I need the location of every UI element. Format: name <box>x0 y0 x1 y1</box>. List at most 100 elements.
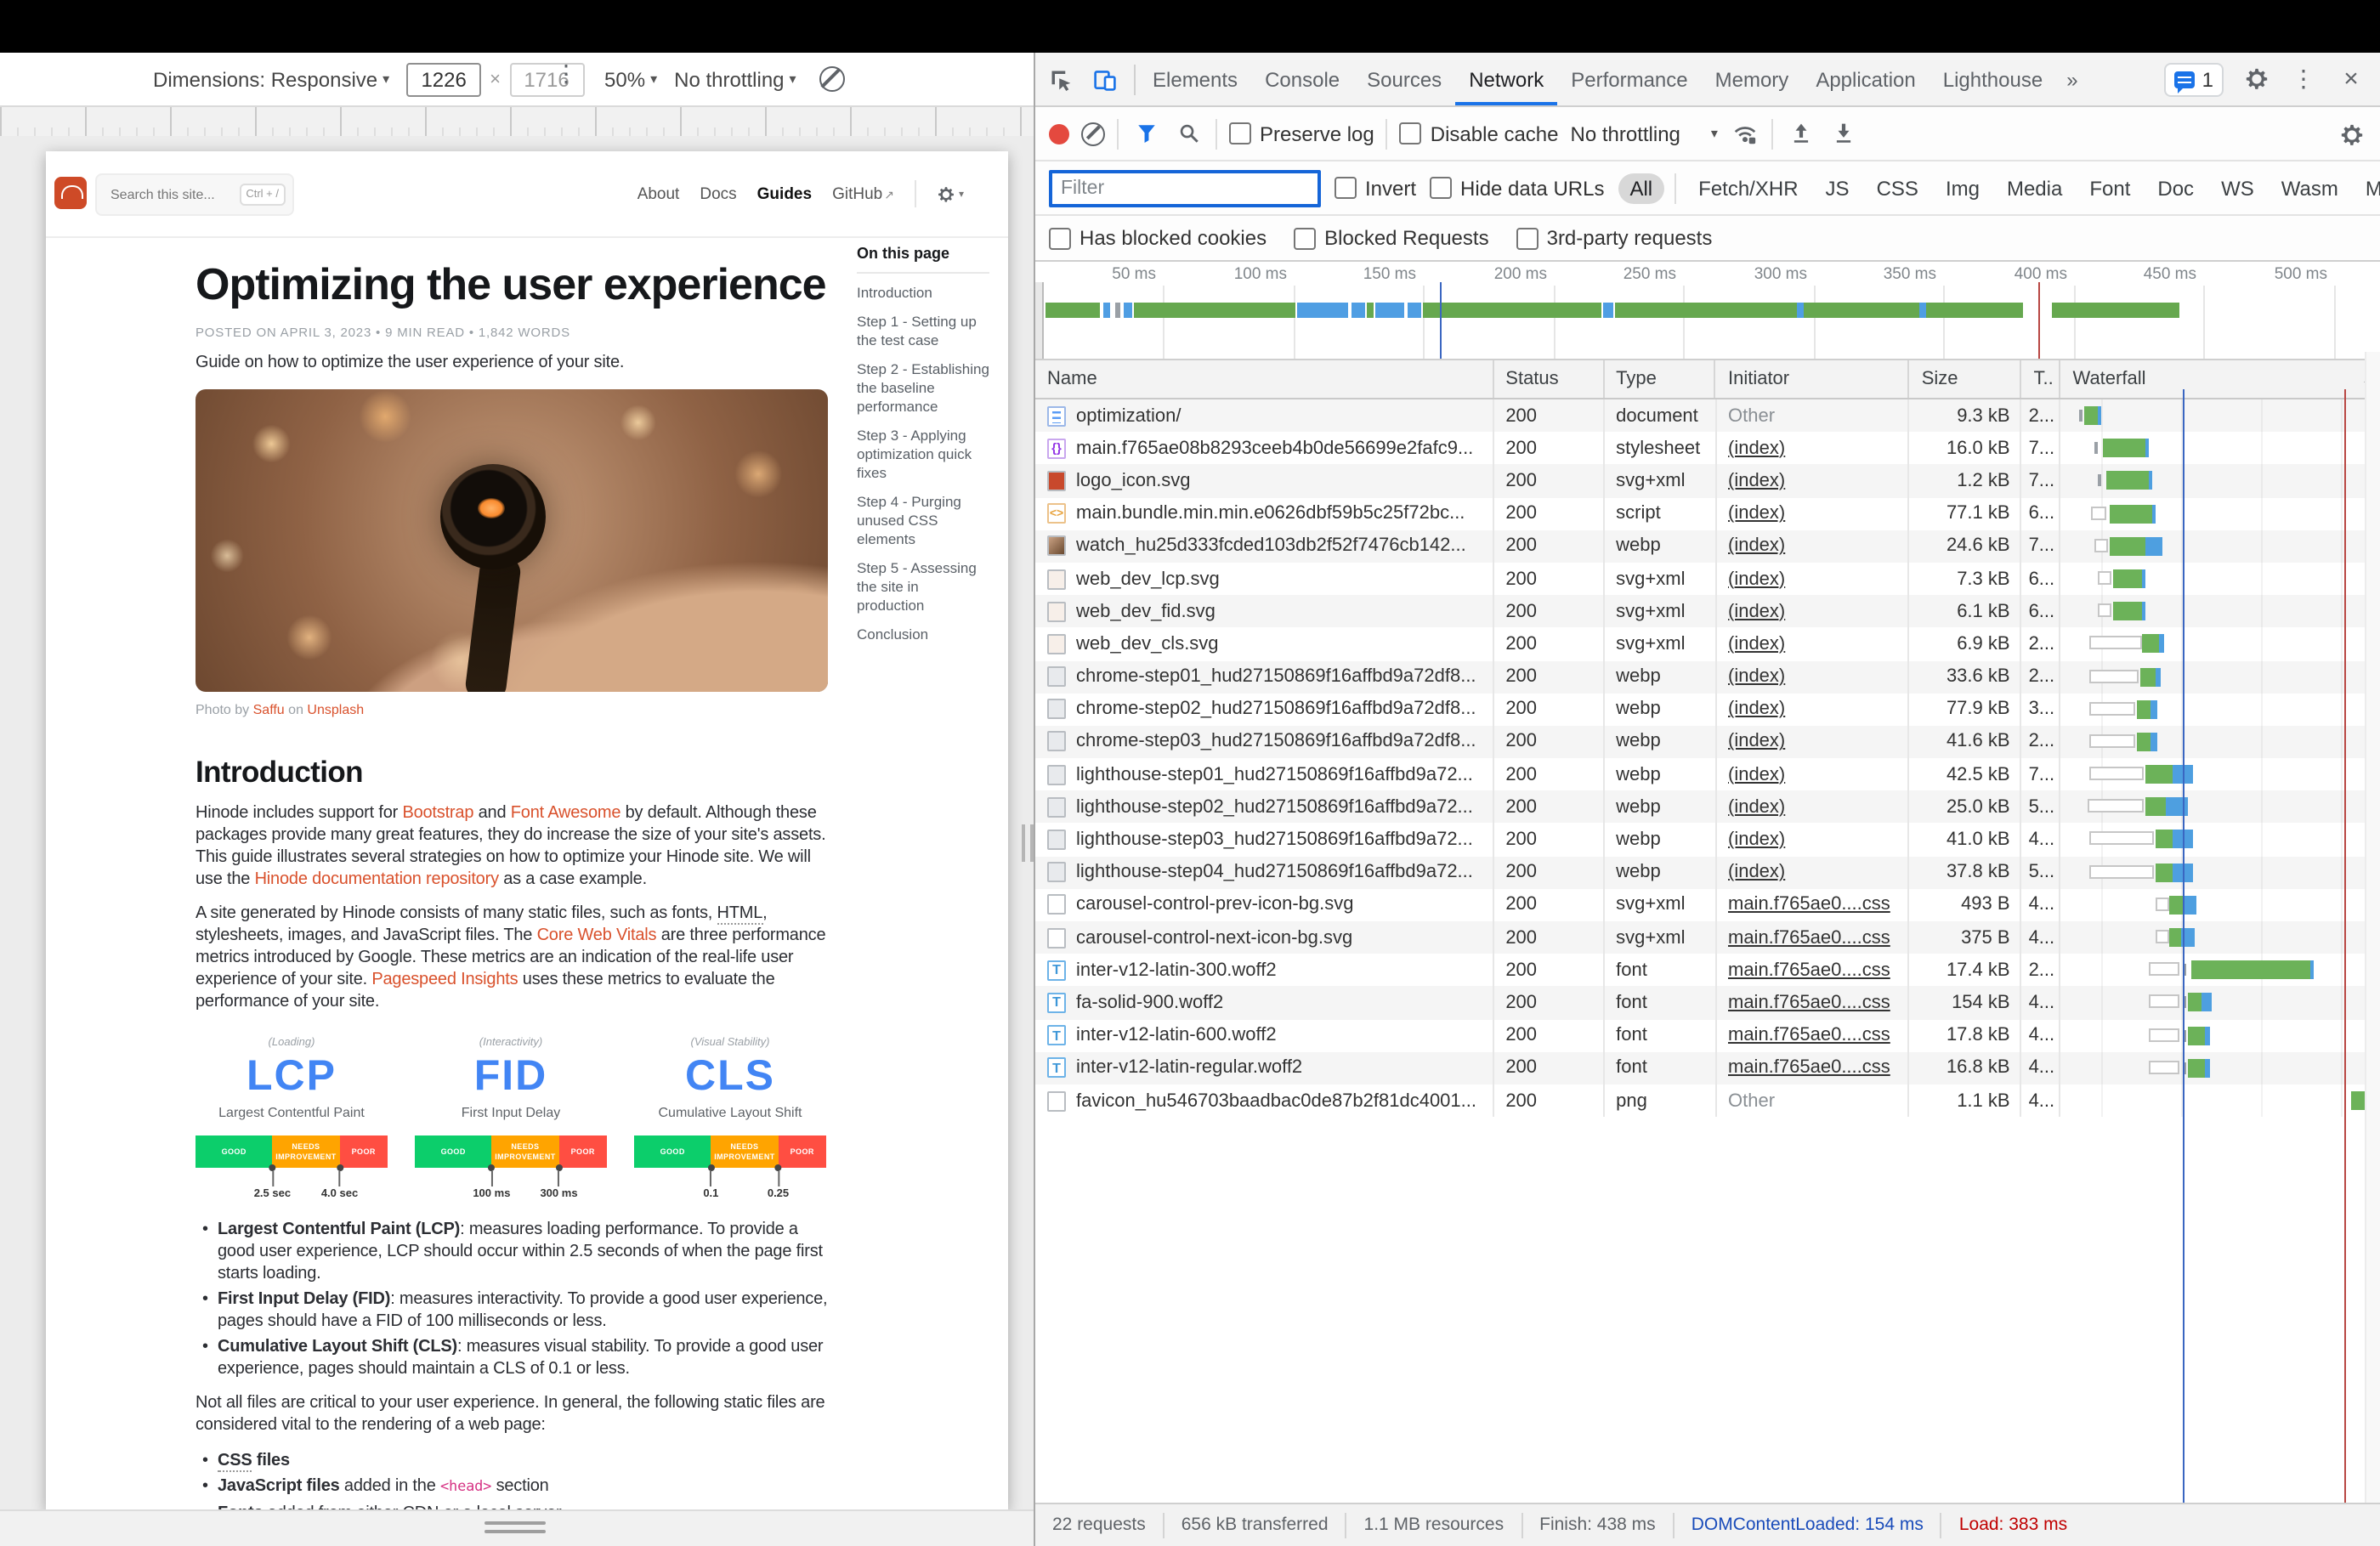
column-header-waterfall[interactable]: Waterfall <box>2061 360 2380 398</box>
nav-item-guides[interactable]: Guides <box>757 184 812 203</box>
record-icon[interactable] <box>1049 123 1069 144</box>
hide-data-urls-checkbox[interactable]: Hide data URLs <box>1430 176 1604 200</box>
toc-link[interactable]: Step 4 - Purging unused CSS elements <box>857 493 989 549</box>
network-conditions-icon[interactable] <box>1730 118 1760 149</box>
site-search[interactable]: Ctrl + / <box>95 173 294 216</box>
toc-link[interactable]: Step 3 - Applying optimization quick fix… <box>857 427 989 483</box>
request-name-cell[interactable]: chrome-step02_hud27150869f16affbd9a72df8… <box>1035 693 1494 726</box>
network-request-row[interactable]: favicon_hu546703baadbac0de87b2f81dc4001.… <box>1035 1084 2380 1118</box>
initiator-link[interactable]: (index) <box>1728 536 1785 557</box>
initiator-link[interactable]: (index) <box>1728 666 1785 687</box>
request-name-cell[interactable]: Tinter-v12-latin-300.woff2 <box>1035 954 1494 987</box>
settings-gear-icon[interactable] <box>2241 64 2271 94</box>
import-har-icon[interactable] <box>1786 118 1816 149</box>
filter-funnel-icon[interactable] <box>1130 118 1161 149</box>
column-header-type[interactable]: Type <box>1604 360 1716 398</box>
initiator-link[interactable]: (index) <box>1728 764 1785 784</box>
dimensions-select[interactable]: Dimensions: Responsive ▾ <box>153 67 389 91</box>
initiator-link[interactable]: main.f765ae0....css <box>1728 993 1890 1013</box>
request-name-cell[interactable]: lighthouse-step02_hud27150869f16affbd9a7… <box>1035 790 1494 824</box>
request-name-cell[interactable]: chrome-step01_hud27150869f16affbd9a72df8… <box>1035 660 1494 694</box>
filter-pill-css[interactable]: CSS <box>1865 173 1930 203</box>
network-request-row[interactable]: Tinter-v12-latin-300.woff2 200 font main.f7… <box>1035 954 2380 987</box>
theme-gear-icon[interactable]: ▾ <box>937 184 964 203</box>
filter-pill-ws[interactable]: WS <box>2209 173 2266 203</box>
devtools-kebab-icon[interactable]: ⋮ <box>2288 64 2319 94</box>
nav-item-github[interactable]: GitHub ↗ <box>832 184 894 203</box>
toc-link[interactable]: Step 2 - Establishing the baseline perfo… <box>857 360 989 416</box>
network-request-row[interactable]: chrome-step01_hud27150869f16affbd9a72df8… <box>1035 660 2380 694</box>
filter-pill-all[interactable]: All <box>1618 173 1665 203</box>
network-request-row[interactable]: carousel-control-next-icon-bg.svg 200 svg+… <box>1035 921 2380 954</box>
request-name-cell[interactable]: carousel-control-next-icon-bg.svg <box>1035 921 1494 954</box>
initiator-link[interactable]: main.f765ae0....css <box>1728 960 1890 981</box>
request-name-cell[interactable]: Tinter-v12-latin-600.woff2 <box>1035 1019 1494 1052</box>
tab-memory[interactable]: Memory <box>1702 53 1803 105</box>
initiator-link[interactable]: (index) <box>1728 862 1785 882</box>
inline-link[interactable]: Bootstrap <box>402 804 473 823</box>
site-logo-icon[interactable] <box>54 177 87 209</box>
initiator-link[interactable]: (index) <box>1728 699 1785 720</box>
inspect-element-icon[interactable] <box>1046 64 1076 94</box>
network-throttling-select[interactable]: No throttling ▾ <box>1571 122 1718 145</box>
filter-pill-img[interactable]: Img <box>1934 173 1992 203</box>
network-request-row[interactable]: chrome-step02_hud27150869f16affbd9a72df8… <box>1035 693 2380 726</box>
rotate-icon[interactable] <box>819 66 846 92</box>
initiator-link[interactable]: (index) <box>1728 569 1785 589</box>
tab-elements[interactable]: Elements <box>1139 53 1251 105</box>
network-request-row[interactable]: logo_icon.svg 200 svg+xml (index) 1.2 kB 7... <box>1035 464 2380 498</box>
column-header-initiator[interactable]: Initiator <box>1716 360 1910 398</box>
zoom-select[interactable]: 50% ▾ <box>604 67 657 91</box>
network-request-row[interactable]: lighthouse-step01_hud27150869f16affbd9a7… <box>1035 758 2380 791</box>
filter-pill-font[interactable]: Font <box>2077 173 2142 203</box>
initiator-link[interactable]: main.f765ae0....css <box>1728 895 1890 915</box>
request-name-cell[interactable]: lighthouse-step04_hud27150869f16affbd9a7… <box>1035 856 1494 889</box>
request-name-cell[interactable]: lighthouse-step01_hud27150869f16affbd9a7… <box>1035 758 1494 791</box>
toc-link[interactable]: Conclusion <box>857 626 989 644</box>
network-overview-timeline[interactable]: 50 ms 100 ms 150 ms 200 ms 250 ms 300 ms 350 m… <box>1035 262 2380 360</box>
inline-link[interactable]: Font Awesome <box>511 804 621 823</box>
network-settings-gear-icon[interactable] <box>2336 119 2366 150</box>
inline-link[interactable]: Hinode documentation repository <box>255 870 500 889</box>
tab-console[interactable]: Console <box>1251 53 1353 105</box>
toc-link[interactable]: Step 5 - Assessing the site in productio… <box>857 559 989 615</box>
inline-link[interactable]: Core Web Vitals <box>537 926 657 945</box>
initiator-link[interactable]: (index) <box>1728 471 1785 491</box>
clear-icon[interactable] <box>1081 122 1105 145</box>
network-request-row[interactable]: lighthouse-step02_hud27150869f16affbd9a7… <box>1035 790 2380 824</box>
initiator-link[interactable]: main.f765ae0....css <box>1728 1058 1890 1079</box>
filter-pill-js[interactable]: JS <box>1814 173 1862 203</box>
network-request-row[interactable]: Tinter-v12-latin-600.woff2 200 font main.f7… <box>1035 1019 2380 1052</box>
preserve-log-checkbox[interactable]: Preserve log <box>1229 122 1374 145</box>
filter-pill-manifest[interactable]: Manifest <box>2354 173 2380 203</box>
tab-lighthouse[interactable]: Lighthouse <box>1930 53 2056 105</box>
search-input[interactable] <box>107 185 233 204</box>
initiator-link[interactable]: (index) <box>1728 439 1785 459</box>
request-name-cell[interactable]: logo_icon.svg <box>1035 464 1494 498</box>
search-icon[interactable] <box>1173 118 1204 149</box>
network-request-row[interactable]: lighthouse-step04_hud27150869f16affbd9a7… <box>1035 856 2380 889</box>
tab-sources[interactable]: Sources <box>1353 53 1455 105</box>
device-more-options-icon[interactable]: ⋮ <box>554 59 578 88</box>
tab-network[interactable]: Network <box>1455 53 1557 105</box>
network-request-row[interactable]: {} main.f765ae08b8293ceeb4b0de56699e2fafc… <box>1035 432 2380 465</box>
inline-link[interactable]: Unsplash <box>307 702 364 717</box>
filter-pill-fetch-xhr[interactable]: Fetch/XHR <box>1686 173 1810 203</box>
network-request-row[interactable]: watch_hu25d333fcded103db2f52f7476cb142..… <box>1035 529 2380 563</box>
bottom-resize-bar[interactable] <box>0 1509 1034 1546</box>
blocked-requests-checkbox[interactable]: Blocked Requests <box>1294 226 1489 250</box>
inline-link[interactable]: Saffu <box>253 702 285 717</box>
column-header-t[interactable]: T.. <box>2022 360 2061 398</box>
3rd-party-requests-checkbox[interactable]: 3rd-party requests <box>1516 226 1712 250</box>
initiator-link[interactable]: (index) <box>1728 732 1785 752</box>
pane-resize-handle[interactable] <box>1022 824 1034 862</box>
initiator-link[interactable]: (index) <box>1728 797 1785 818</box>
network-request-row[interactable]: lighthouse-step03_hud27150869f16affbd9a7… <box>1035 823 2380 857</box>
has-blocked-cookies-checkbox[interactable]: Has blocked cookies <box>1049 226 1266 250</box>
throttling-select[interactable]: No throttling ▾ <box>674 67 796 91</box>
request-name-cell[interactable]: <> main.bundle.min.min.e0626dbf59b5c25f72… <box>1035 497 1494 530</box>
request-name-cell[interactable]: chrome-step03_hud27150869f16affbd9a72df8… <box>1035 725 1494 759</box>
close-icon[interactable]: × <box>2336 64 2366 94</box>
network-request-row[interactable]: optimization/200 document Other 9.3 kB 2... <box>1035 399 2380 433</box>
request-name-cell[interactable]: watch_hu25d333fcded103db2f52f7476cb142..… <box>1035 529 1494 563</box>
